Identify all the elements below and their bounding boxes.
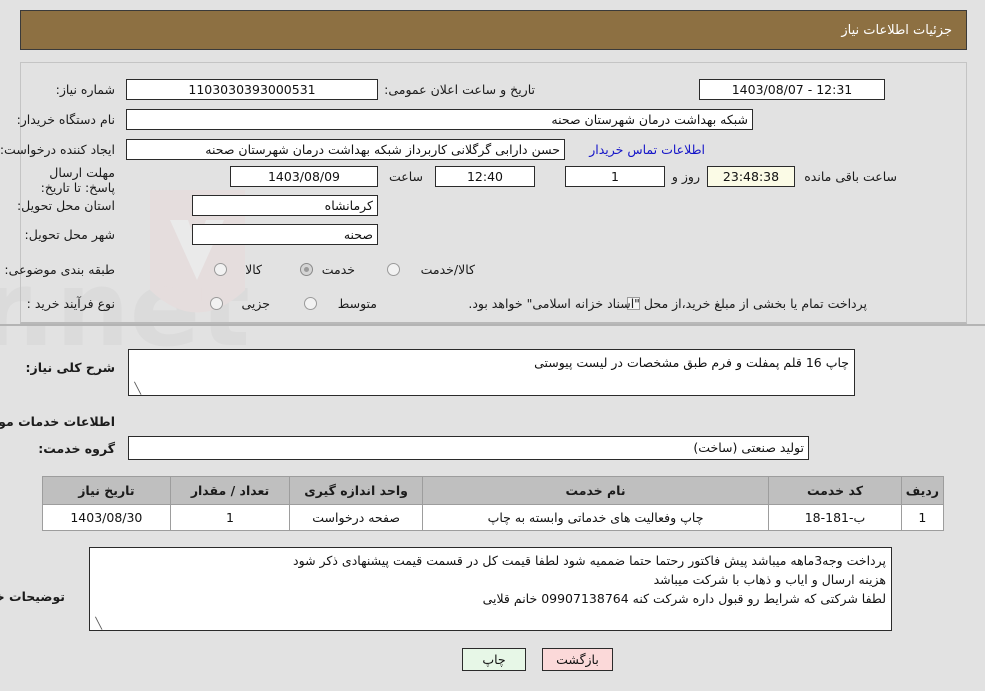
th-service-name: نام خدمت <box>421 476 770 505</box>
radio-category-kala[interactable] <box>214 263 227 276</box>
top-info-panel <box>20 62 967 324</box>
days-remaining-value: 1 <box>565 166 665 187</box>
resize-grip-icon[interactable] <box>131 384 141 394</box>
buyer-notes-textarea[interactable]: پرداخت وجه3ماهه میباشد پیش فاکتور رحتما … <box>89 547 892 631</box>
time-remaining-value: 23:48:38 <box>707 166 795 187</box>
category-label: طبقه بندی موضوعی: <box>4 262 115 277</box>
city-label: شهر محل تحویل: <box>24 227 115 242</box>
buyer-contact-link[interactable]: اطلاعات تماس خریدار <box>589 142 705 157</box>
deadline-label: مهلت ارسال پاسخ: تا تاریخ: <box>40 165 115 195</box>
radio-label-motevaset: متوسط <box>337 296 377 311</box>
creator-value: حسن دارابی گرگلانی کاربرداز شبکه بهداشت … <box>126 139 565 160</box>
treasury-checkbox-label: پرداخت تمام یا بخشی از مبلغ خرید،از محل … <box>468 296 867 311</box>
section-divider <box>0 324 985 326</box>
buyer-notes-line-3: لطفا شرکتی که شرایط رو قبول داره شرکت کن… <box>482 591 886 606</box>
radio-category-kala-khedmat[interactable] <box>387 263 400 276</box>
summary-label: شرح کلی نیاز: <box>25 360 115 375</box>
cell-service-name: چاپ وفعالیت های خدماتی وابسته به چاپ <box>421 504 770 531</box>
need-number-value: 1103030393000531 <box>126 79 378 100</box>
table-header-row: ردیف کد خدمت نام خدمت واحد اندازه گیری ت… <box>42 476 945 505</box>
deadline-date: 1403/08/09 <box>230 166 378 187</box>
creator-label: ایجاد کننده درخواست: <box>0 142 115 157</box>
buyer-notes-label: توضیحات خریدار: <box>0 589 65 604</box>
resize-grip-icon[interactable] <box>92 619 102 629</box>
remaining-label: ساعت باقی مانده <box>804 169 897 184</box>
cell-unit: صفحه درخواست <box>289 504 423 531</box>
buyer-org-value: شبکه بهداشت درمان شهرستان صحنه <box>126 109 753 130</box>
radio-label-khedmat: خدمت <box>321 262 355 277</box>
process-label: نوع فرآیند خرید : <box>26 296 115 311</box>
cell-need-date: 1403/08/30 <box>42 504 171 531</box>
service-group-label: گروه خدمت: <box>38 441 115 456</box>
days-label: روز و <box>671 169 700 184</box>
cell-row: 1 <box>900 504 945 531</box>
services-table: ردیف کد خدمت نام خدمت واحد اندازه گیری ت… <box>42 476 945 531</box>
page-root: aTender.net جزئیات اطلاعات نیاز شماره نی… <box>0 0 985 691</box>
radio-category-khedmat[interactable] <box>300 263 313 276</box>
print-button[interactable]: چاپ <box>462 648 526 671</box>
radio-label-kala-khedmat: کالا/خدمت <box>420 262 475 277</box>
th-service-code: کد خدمت <box>768 476 902 505</box>
services-section-title: اطلاعات خدمات مورد نیاز <box>0 414 115 429</box>
summary-textarea[interactable]: چاپ 16 قلم پمفلت و فرم طبق مشخصات در لیس… <box>128 349 855 396</box>
page-title: جزئیات اطلاعات نیاز <box>841 22 952 38</box>
th-quantity: تعداد / مقدار <box>169 476 291 505</box>
th-row: ردیف <box>900 476 945 505</box>
buyer-org-label: نام دستگاه خریدار: <box>16 112 115 127</box>
radio-process-motevaset[interactable] <box>304 297 317 310</box>
province-value: کرمانشاه <box>192 195 378 216</box>
radio-label-jozee: جزیی <box>241 296 270 311</box>
province-label: استان محل تحویل: <box>16 198 115 213</box>
back-button[interactable]: بازگشت <box>542 648 613 671</box>
hour-label: ساعت <box>388 169 423 184</box>
radio-process-jozee[interactable] <box>210 297 223 310</box>
cell-quantity: 1 <box>169 504 291 531</box>
buyer-notes-line-1: پرداخت وجه3ماهه میباشد پیش فاکتور رحتما … <box>293 553 886 568</box>
deadline-time: 12:40 <box>435 166 535 187</box>
city-value: صحنه <box>192 224 378 245</box>
summary-value: چاپ 16 قلم پمفلت و فرم طبق مشخصات در لیس… <box>534 355 849 370</box>
th-need-date: تاریخ نیاز <box>42 476 171 505</box>
need-number-label: شماره نیاز: <box>55 82 115 97</box>
service-group-value: تولید صنعتی (ساخت) <box>128 436 809 460</box>
public-announce-label: تاریخ و ساعت اعلان عمومی: <box>384 82 535 97</box>
th-unit: واحد اندازه گیری <box>289 476 423 505</box>
window-title-bar: جزئیات اطلاعات نیاز <box>20 10 967 50</box>
cell-service-code: ب-181-18 <box>768 504 902 531</box>
buyer-notes-line-2: هزینه ارسال و ایاب و ذهاب با شرکت میباشد <box>653 572 886 587</box>
table-row: 1 ب-181-18 چاپ وفعالیت های خدماتی وابسته… <box>42 504 945 531</box>
public-announce-value: 12:31 - 1403/08/07 <box>699 79 885 100</box>
radio-label-kala: کالا <box>245 262 262 277</box>
